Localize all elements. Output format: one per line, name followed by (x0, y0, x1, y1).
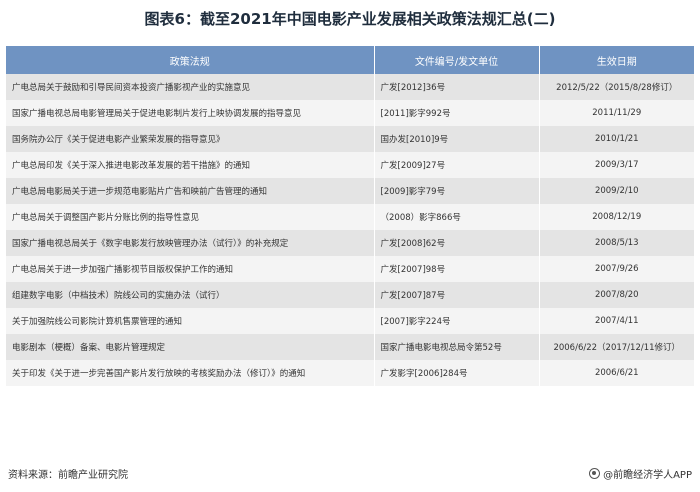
table-row: 国家广播电视总局关于《数字电影发行放映管理办法（试行）》的补充规定 广发[200… (6, 230, 694, 256)
policy-table: 政策法规 文件编号/发文单位 生效日期 广电总局关于鼓励和引导民间资本投资广播影… (6, 46, 694, 386)
footer: 资料来源：前瞻产业研究院 @前瞻经济学人APP (0, 464, 700, 484)
document-cell: [2011]影字992号 (374, 100, 540, 126)
table-row: 广电总局关于调整国产影片分账比例的指导性意见 （2008）影字866号 2008… (6, 204, 694, 230)
document-cell: 广发[2009]27号 (374, 152, 540, 178)
header-document-number: 文件编号/发文单位 (374, 46, 540, 74)
date-cell: 2006/6/21 (539, 360, 694, 386)
table-row: 国务院办公厅《关于促进电影产业繁荣发展的指导意见》 国办发[2010]9号 20… (6, 126, 694, 152)
document-cell: 广发[2012]36号 (374, 74, 540, 100)
date-cell: 2011/11/29 (539, 100, 694, 126)
table-row: 广电总局关于鼓励和引导民间资本投资广播影视产业的实施意见 广发[2012]36号… (6, 74, 694, 100)
date-cell: 2009/2/10 (539, 178, 694, 204)
policy-cell: 广电总局关于进一步加强广播影视节目版权保护工作的通知 (6, 256, 375, 282)
policy-cell: 国家广播电视总局电影管理局关于促进电影制片发行上映协调发展的指导意见 (6, 100, 375, 126)
table-row: 广电总局电影局关于进一步规范电影贴片广告和映前广告管理的通知 [2009]影字7… (6, 178, 694, 204)
document-cell: [2009]影字79号 (374, 178, 540, 204)
date-cell: 2007/8/20 (539, 282, 694, 308)
table-row: 电影剧本（梗概）备案、电影片管理规定 国家广播电影电视总局令第52号 2006/… (6, 334, 694, 360)
policy-cell: 组建数字电影（中档技术）院线公司的实施办法（试行） (6, 282, 375, 308)
brand-text: @前瞻经济学人APP (603, 470, 692, 481)
chart-title: 图表6：截至2021年中国电影产业发展相关政策法规汇总(二) (144, 10, 556, 28)
header-policy: 政策法规 (6, 46, 375, 74)
date-cell: 2008/5/13 (539, 230, 694, 256)
policy-cell: 关于印发《关于进一步完善国产影片发行放映的考核奖励办法（修订）》的通知 (6, 360, 375, 386)
policy-cell: 广电总局关于调整国产影片分账比例的指导性意见 (6, 204, 375, 230)
policy-cell: 国务院办公厅《关于促进电影产业繁荣发展的指导意见》 (6, 126, 375, 152)
document-cell: 广发影字[2006]284号 (374, 360, 540, 386)
header-effective-date: 生效日期 (539, 46, 694, 74)
table-row: 组建数字电影（中档技术）院线公司的实施办法（试行） 广发[2007]87号 20… (6, 282, 694, 308)
table-row: 国家广播电视总局电影管理局关于促进电影制片发行上映协调发展的指导意见 [2011… (6, 100, 694, 126)
date-cell: 2007/9/26 (539, 256, 694, 282)
document-cell: [2007]影字224号 (374, 308, 540, 334)
policy-cell: 关于加强院线公司影院计算机售票管理的通知 (6, 308, 375, 334)
date-cell: 2006/6/22（2017/12/11修订） (539, 334, 694, 360)
date-cell: 2008/12/19 (539, 204, 694, 230)
document-cell: 广发[2007]98号 (374, 256, 540, 282)
table-row: 关于加强院线公司影院计算机售票管理的通知 [2007]影字224号 2007/4… (6, 308, 694, 334)
policy-cell: 电影剧本（梗概）备案、电影片管理规定 (6, 334, 375, 360)
policy-cell: 国家广播电视总局关于《数字电影发行放映管理办法（试行）》的补充规定 (6, 230, 375, 256)
table-header-row: 政策法规 文件编号/发文单位 生效日期 (6, 46, 694, 74)
document-cell: 广发[2007]87号 (374, 282, 540, 308)
date-cell: 2012/5/22（2015/8/28修订） (539, 74, 694, 100)
table-row: 关于印发《关于进一步完善国产影片发行放映的考核奖励办法（修订）》的通知 广发影字… (6, 360, 694, 386)
source-note: 资料来源：前瞻产业研究院 (8, 470, 128, 481)
document-cell: 国家广播电影电视总局令第52号 (374, 334, 540, 360)
date-cell: 2009/3/17 (539, 152, 694, 178)
date-cell: 2010/1/21 (539, 126, 694, 152)
qianzhan-logo-icon (589, 468, 601, 479)
policy-cell: 广电总局印发《关于深入推进电影改革发展的若干措施》的通知 (6, 152, 375, 178)
document-cell: 广发[2008]62号 (374, 230, 540, 256)
policy-cell: 广电总局电影局关于进一步规范电影贴片广告和映前广告管理的通知 (6, 178, 375, 204)
date-cell: 2007/4/11 (539, 308, 694, 334)
brand-credit: @前瞻经济学人APP (589, 466, 692, 481)
document-cell: （2008）影字866号 (374, 204, 540, 230)
table-row: 广电总局印发《关于深入推进电影改革发展的若干措施》的通知 广发[2009]27号… (6, 152, 694, 178)
policy-cell: 广电总局关于鼓励和引导民间资本投资广播影视产业的实施意见 (6, 74, 375, 100)
table-row: 广电总局关于进一步加强广播影视节目版权保护工作的通知 广发[2007]98号 2… (6, 256, 694, 282)
document-cell: 国办发[2010]9号 (374, 126, 540, 152)
